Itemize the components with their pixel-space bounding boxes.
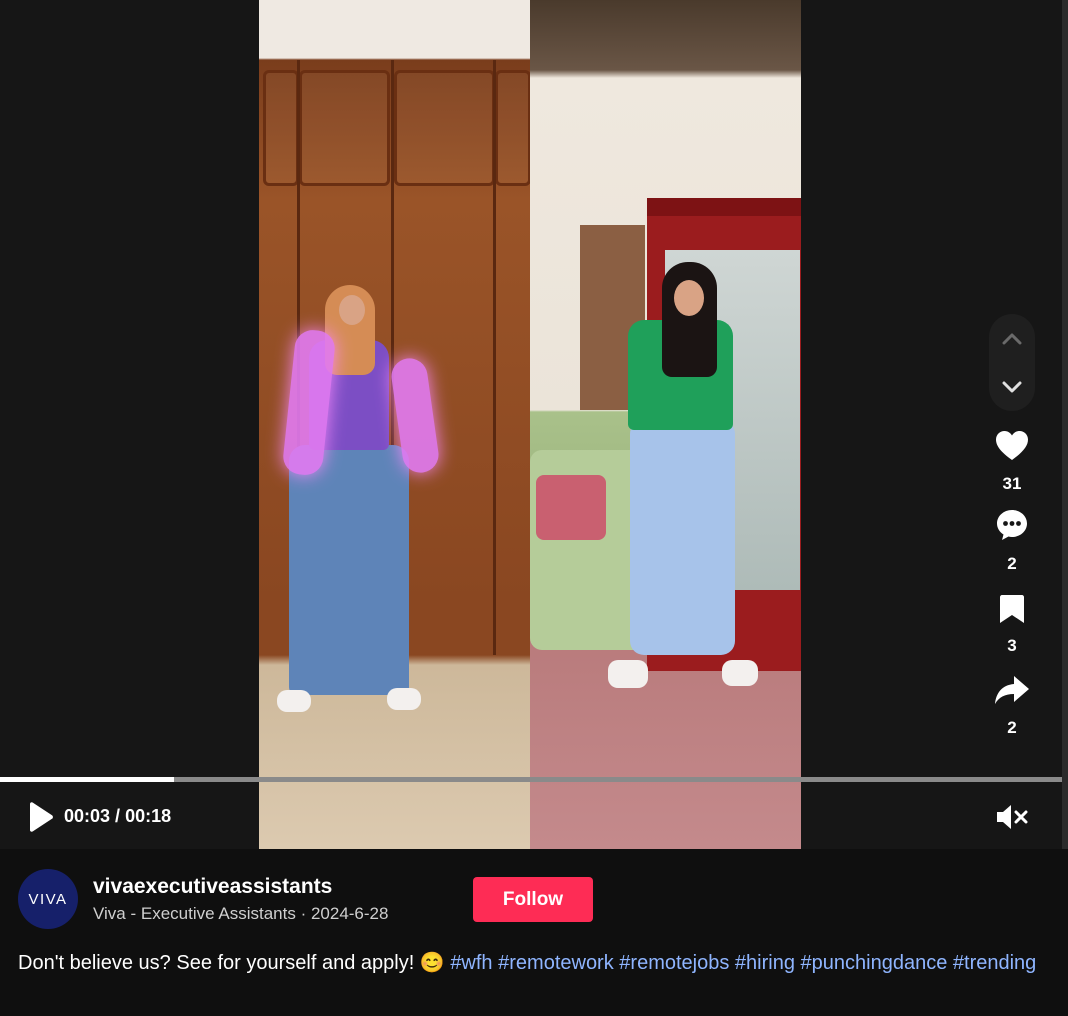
dancer-right-shoe [608,660,648,688]
pillow [536,475,606,540]
video-right-panel [530,0,801,849]
play-button[interactable] [24,801,56,833]
heart-icon[interactable] [986,430,1038,462]
hashtag-link[interactable]: #remotejobs [619,952,729,974]
hashtag-link[interactable]: #remotework [498,952,614,974]
dancer-left-jeans [289,445,409,695]
cabinet-door-panel [495,70,531,186]
current-time: 00:03 [64,806,111,826]
bookmark-icon[interactable] [986,594,1038,624]
play-icon [24,802,56,837]
speaker-muted-icon [995,805,1029,836]
video-left-panel [259,0,531,849]
caption-emoji: 😊 [419,952,445,974]
share-count: 2 [1007,718,1017,737]
cabinet-door-panel [394,70,495,186]
hashtag-link[interactable]: #hiring [735,952,795,974]
comment-count: 2 [1007,554,1017,573]
hashtag-link[interactable]: #wfh [450,952,492,974]
video-frame[interactable] [259,0,801,849]
video-player[interactable]: 31 2 3 2 00:03 / 00:18 [0,0,1062,849]
dancer-right-shoe [722,660,758,686]
caption-text: Don't believe us? See for yourself and a… [18,952,420,974]
author-subline: Viva - Executive Assistants · 2024-6-28 [93,904,388,924]
like-action[interactable]: 31 [986,430,1038,494]
share-icon[interactable] [986,674,1038,706]
mute-button[interactable] [995,802,1029,832]
progress-bar[interactable] [0,777,1062,782]
subline-separator: · [295,904,311,923]
total-time: 00:18 [125,806,172,826]
post-date: 2024-6-28 [310,904,389,923]
avatar[interactable]: VIVA [18,869,78,929]
time-display: 00:03 / 00:18 [64,806,171,827]
follow-button[interactable]: Follow [473,877,593,922]
dancer-left-face [339,295,365,325]
chevron-down-icon[interactable] [989,364,1035,410]
time-separator: / [110,806,126,826]
progress-fill [0,777,175,782]
cabinet-door-panel [263,70,299,186]
door-divider [493,60,496,655]
bookmark-action[interactable]: 3 [986,594,1038,656]
dancer-right-face [674,280,704,316]
hashtag-link[interactable]: #trending [953,952,1036,974]
author-display-name: Viva - Executive Assistants [93,904,296,923]
avatar-logo-text: VIVA [28,890,68,908]
share-action[interactable]: 2 [986,674,1038,738]
chevron-up-icon[interactable] [989,316,1035,362]
video-caption: Don't believe us? See for yourself and a… [18,950,1048,976]
dancer-right-jeans [630,420,735,655]
comment-action[interactable]: 2 [986,508,1038,574]
comment-icon[interactable] [986,508,1038,542]
video-nav-buttons [989,314,1035,411]
cabinet-door-panel [299,70,390,186]
like-count: 31 [1002,474,1022,493]
author-username[interactable]: vivaexecutiveassistants [93,875,332,899]
dancer-left-shoe [277,690,311,712]
hashtag-link[interactable]: #punchingdance [801,952,948,974]
dancer-left-shoe [387,688,421,710]
scrollbar[interactable] [1062,0,1068,849]
bookmark-count: 3 [1007,636,1017,655]
